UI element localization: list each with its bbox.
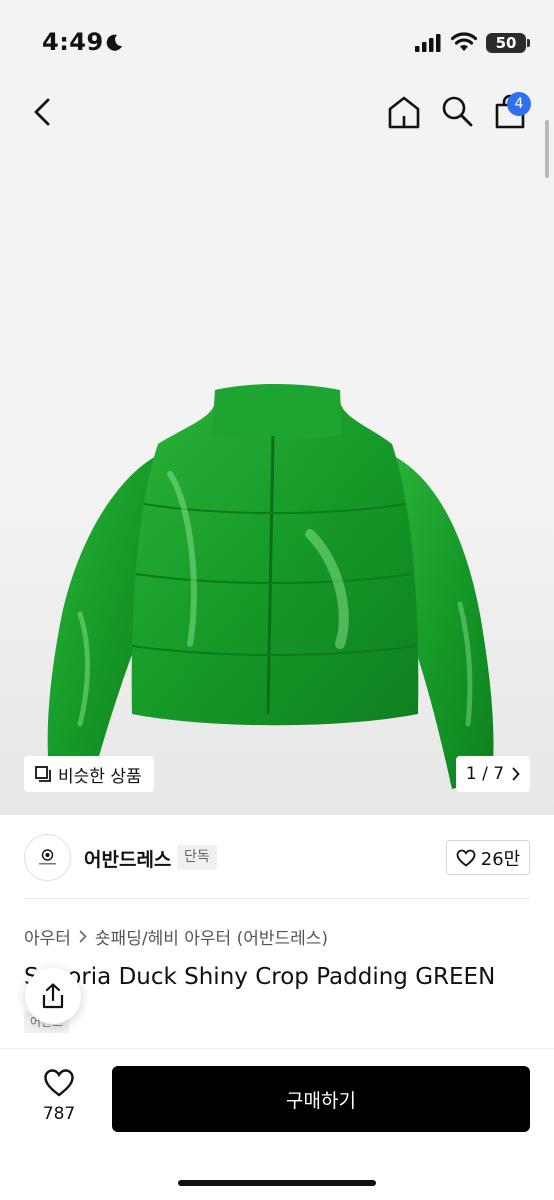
buy-button[interactable]: 구매하기 [112, 1066, 530, 1132]
image-pager[interactable]: 1 / 7 [456, 756, 530, 792]
battery-icon: 50 [486, 33, 526, 53]
home-icon[interactable] [386, 94, 422, 130]
brand-logo-mark [39, 849, 56, 865]
back-icon[interactable] [28, 96, 58, 128]
heart-icon [456, 849, 476, 867]
pager-text: 1 / 7 [465, 764, 505, 784]
battery-tip [527, 39, 530, 47]
chevron-right-icon [512, 767, 520, 781]
cart-count-badge: 4 [507, 92, 531, 116]
product-title: Sonoria Duck Shiny Crop Padding GREEN [24, 964, 496, 990]
search-icon[interactable] [440, 94, 474, 128]
breadcrumb-category-1[interactable]: 아우터 [24, 924, 71, 949]
similar-products-label: 비슷한 상품 [58, 766, 142, 787]
wishlist-count: 787 [42, 1104, 76, 1124]
home-indicator [178, 1180, 376, 1186]
share-button[interactable] [25, 968, 81, 1024]
product-image-area[interactable] [0, 88, 554, 815]
exclusive-tag: 단독 [177, 845, 217, 870]
brand-like-count: 26만 [480, 848, 521, 870]
scroll-indicator [545, 120, 549, 178]
chevron-right-icon [79, 930, 87, 943]
product-image-jacket[interactable] [40, 384, 510, 804]
breadcrumb-category-2[interactable]: 숏패딩/헤비 아우터 (어반드레스) [95, 924, 328, 949]
similar-products-icon [35, 766, 51, 782]
brand-logo[interactable] [24, 834, 71, 881]
wifi-icon [450, 32, 478, 51]
moon-icon [106, 34, 122, 51]
brand-like-button[interactable]: 26만 [446, 840, 530, 875]
signal-icon [415, 34, 441, 52]
similar-products-button[interactable]: 비슷한 상품 [24, 756, 154, 792]
status-bar: 4:49 50 [0, 0, 554, 88]
brand-name[interactable]: 어반드레스 [84, 845, 171, 872]
status-time: 4:49 [42, 28, 104, 56]
divider [24, 898, 530, 899]
share-icon [42, 983, 64, 1009]
wishlist-button[interactable]: 787 [28, 1068, 90, 1130]
breadcrumb: 아우터 숏패딩/헤비 아우터 (어반드레스) [24, 924, 328, 949]
heart-icon [44, 1069, 74, 1097]
